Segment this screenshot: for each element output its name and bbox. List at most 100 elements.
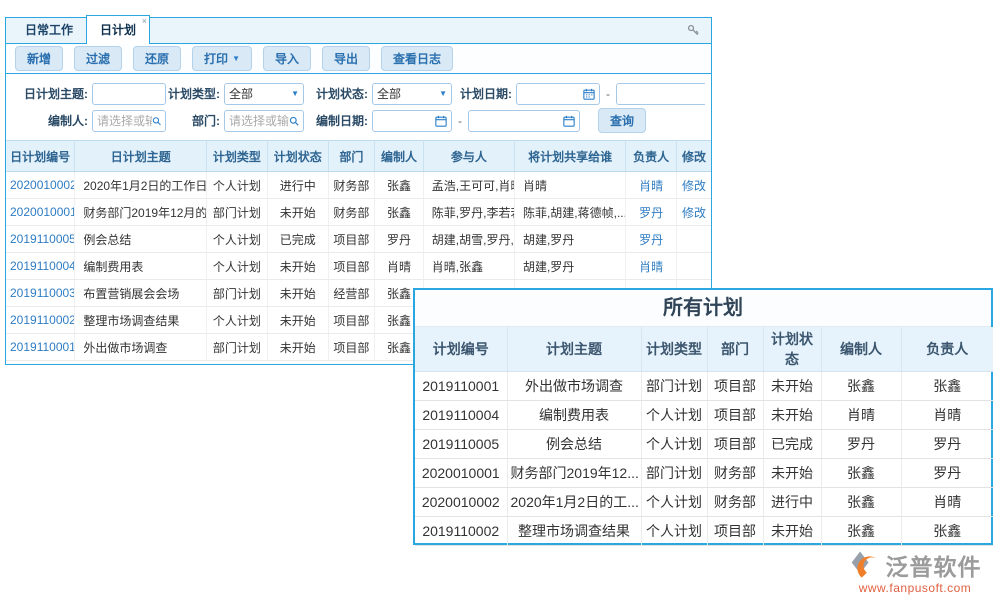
all-plans-table: 计划编号计划主题计划类型部门计划状态编制人负责人 2019110001外出做市场… (415, 327, 993, 546)
cell-link[interactable]: 2019110003 (6, 280, 75, 307)
restore-button[interactable]: 还原 (133, 46, 181, 71)
calendar-icon[interactable] (435, 115, 447, 127)
table-cell: 肖晴 (375, 253, 424, 280)
type-label: 计划类型: (166, 85, 224, 102)
table-row[interactable]: 2019110005例会总结个人计划已完成项目部罗丹胡建,胡雪,罗丹,任晓...… (6, 226, 711, 253)
column-header: 计划类型 (207, 141, 268, 172)
creator-input[interactable]: 请选择或输入 (92, 110, 166, 132)
cell-link[interactable]: 罗丹 (626, 199, 677, 226)
table-row[interactable]: 2019110005例会总结个人计划项目部已完成罗丹罗丹 (415, 430, 993, 459)
calendar-icon[interactable] (563, 115, 575, 127)
column-header: 编制人 (375, 141, 424, 172)
search-icon[interactable] (289, 115, 299, 127)
cell-link[interactable]: 2019110002 (6, 307, 75, 334)
table-cell (677, 226, 712, 253)
table-cell: 张鑫 (375, 172, 424, 199)
table-row[interactable]: 2019110002整理市场调查结果个人计划项目部未开始张鑫张鑫 (415, 517, 993, 546)
brand-name: 泛普软件 (886, 548, 982, 582)
toolbar: 新增 过滤 还原 打印 ▼ 导入 导出 查看日志 (6, 44, 711, 74)
filter-row-2: 编制人: 请选择或输入 部门: 请选择或输入 编制日期: (12, 108, 705, 133)
table-row[interactable]: 20200100022020年1月2日的工...个人计划财务部进行中张鑫肖晴 (415, 488, 993, 517)
desktop: 日常工作 日计划 × 新增 过滤 还原 打印 ▼ 导入 导出 查 (0, 0, 1000, 600)
calendar-icon[interactable] (583, 88, 595, 100)
status-label: 计划状态: (304, 85, 372, 102)
dept-input[interactable]: 请选择或输入 (224, 110, 304, 132)
table-cell: 张鑫 (821, 517, 901, 546)
tab-daily-plan[interactable]: 日计划 × (86, 15, 150, 44)
table-cell: 部门计划 (207, 199, 268, 226)
table-row[interactable]: 2019110001外出做市场调查部门计划项目部未开始张鑫张鑫 (415, 372, 993, 401)
table-cell: 已完成 (267, 226, 328, 253)
cell-link[interactable]: 2019110005 (6, 226, 75, 253)
theme-input[interactable] (92, 83, 166, 105)
theme-label: 日计划主题: (12, 85, 92, 102)
create-date-label: 编制日期: (304, 112, 372, 129)
export-button[interactable]: 导出 (322, 46, 370, 71)
table-cell: 例会总结 (507, 430, 641, 459)
table-cell: 项目部 (707, 401, 763, 430)
cell-link[interactable]: 2020010001 (6, 199, 75, 226)
brand-url: www.fanpusoft.com (836, 581, 994, 595)
cell-link[interactable]: 肖晴 (626, 253, 677, 280)
date-range-separator: - (600, 87, 616, 101)
cell-link[interactable]: 修改 (677, 199, 712, 226)
column-header: 部门 (707, 327, 763, 372)
table-cell: 未开始 (267, 253, 328, 280)
add-button[interactable]: 新增 (15, 46, 63, 71)
all-plans-title: 所有计划 (415, 290, 991, 327)
table-cell: 张鑫 (901, 372, 993, 401)
table-cell: 肖晴 (901, 401, 993, 430)
key-icon[interactable] (685, 23, 701, 39)
table-row[interactable]: 2019110004编制费用表个人计划项目部未开始肖晴肖晴 (415, 401, 993, 430)
table-cell: 项目部 (328, 253, 375, 280)
table-cell: 张鑫 (901, 517, 993, 546)
column-header: 修改 (677, 141, 712, 172)
filter-row-1: 日计划主题: 计划类型: 全部 ▼ 计划状态: 全部 ▼ 计划日期: (12, 81, 705, 106)
table-row[interactable]: 2020010001财务部门2019年12月的...部门计划未开始财务部张鑫陈菲… (6, 199, 711, 226)
table-cell: 肖晴 (514, 172, 625, 199)
table-cell: 2020年1月2日的工作日... (75, 172, 207, 199)
table-cell: 未开始 (763, 459, 821, 488)
table-cell: 张鑫 (821, 488, 901, 517)
table-cell: 财务部门2019年12月的... (75, 199, 207, 226)
table-cell (677, 253, 712, 280)
plan-date-to-input[interactable] (616, 83, 705, 105)
table-row[interactable]: 2019110004编制费用表个人计划未开始项目部肖晴肖晴,张鑫胡建,罗丹肖晴 (6, 253, 711, 280)
tab-close-icon[interactable]: × (142, 17, 147, 26)
type-select[interactable]: 全部 ▼ (224, 83, 304, 105)
table-cell: 项目部 (328, 307, 375, 334)
tab-daily-plan-label: 日计划 (100, 23, 136, 37)
cell-link[interactable]: 2019110004 (6, 253, 75, 280)
filter-area: 日计划主题: 计划类型: 全部 ▼ 计划状态: 全部 ▼ 计划日期: (6, 74, 711, 140)
table-row[interactable]: 20200100022020年1月2日的工作日...个人计划进行中财务部张鑫孟浩… (6, 172, 711, 199)
tab-daily-work[interactable]: 日常工作 (12, 16, 86, 43)
table-cell: 个人计划 (641, 488, 707, 517)
chevron-down-icon: ▼ (232, 55, 240, 63)
table-row[interactable]: 2020010001财务部门2019年12...部门计划财务部未开始张鑫罗丹 (415, 459, 993, 488)
table-cell: 未开始 (763, 372, 821, 401)
cell-link[interactable]: 2019110001 (6, 334, 75, 361)
table-cell: 未开始 (267, 334, 328, 361)
view-log-button[interactable]: 查看日志 (381, 46, 453, 71)
table-cell: 经营部 (328, 280, 375, 307)
filter-button[interactable]: 过滤 (74, 46, 122, 71)
table-cell: 胡建,罗丹 (514, 226, 625, 253)
cell-link[interactable]: 2020010002 (6, 172, 75, 199)
search-icon[interactable] (152, 115, 161, 127)
dept-placeholder: 请选择或输入 (229, 112, 289, 129)
query-button[interactable]: 查询 (598, 108, 646, 133)
table-cell: 罗丹 (821, 430, 901, 459)
status-select[interactable]: 全部 ▼ (372, 83, 452, 105)
create-date-from-input[interactable] (372, 110, 452, 132)
create-date-to-input[interactable] (468, 110, 580, 132)
plan-date-from-input[interactable] (516, 83, 600, 105)
cell-link[interactable]: 罗丹 (626, 226, 677, 253)
column-header: 计划主题 (507, 327, 641, 372)
import-button[interactable]: 导入 (263, 46, 311, 71)
cell-link[interactable]: 修改 (677, 172, 712, 199)
table-cell: 张鑫 (375, 199, 424, 226)
cell-link[interactable]: 肖晴 (626, 172, 677, 199)
column-header: 负责人 (626, 141, 677, 172)
table-cell: 外出做市场调查 (75, 334, 207, 361)
print-button[interactable]: 打印 ▼ (192, 46, 252, 71)
